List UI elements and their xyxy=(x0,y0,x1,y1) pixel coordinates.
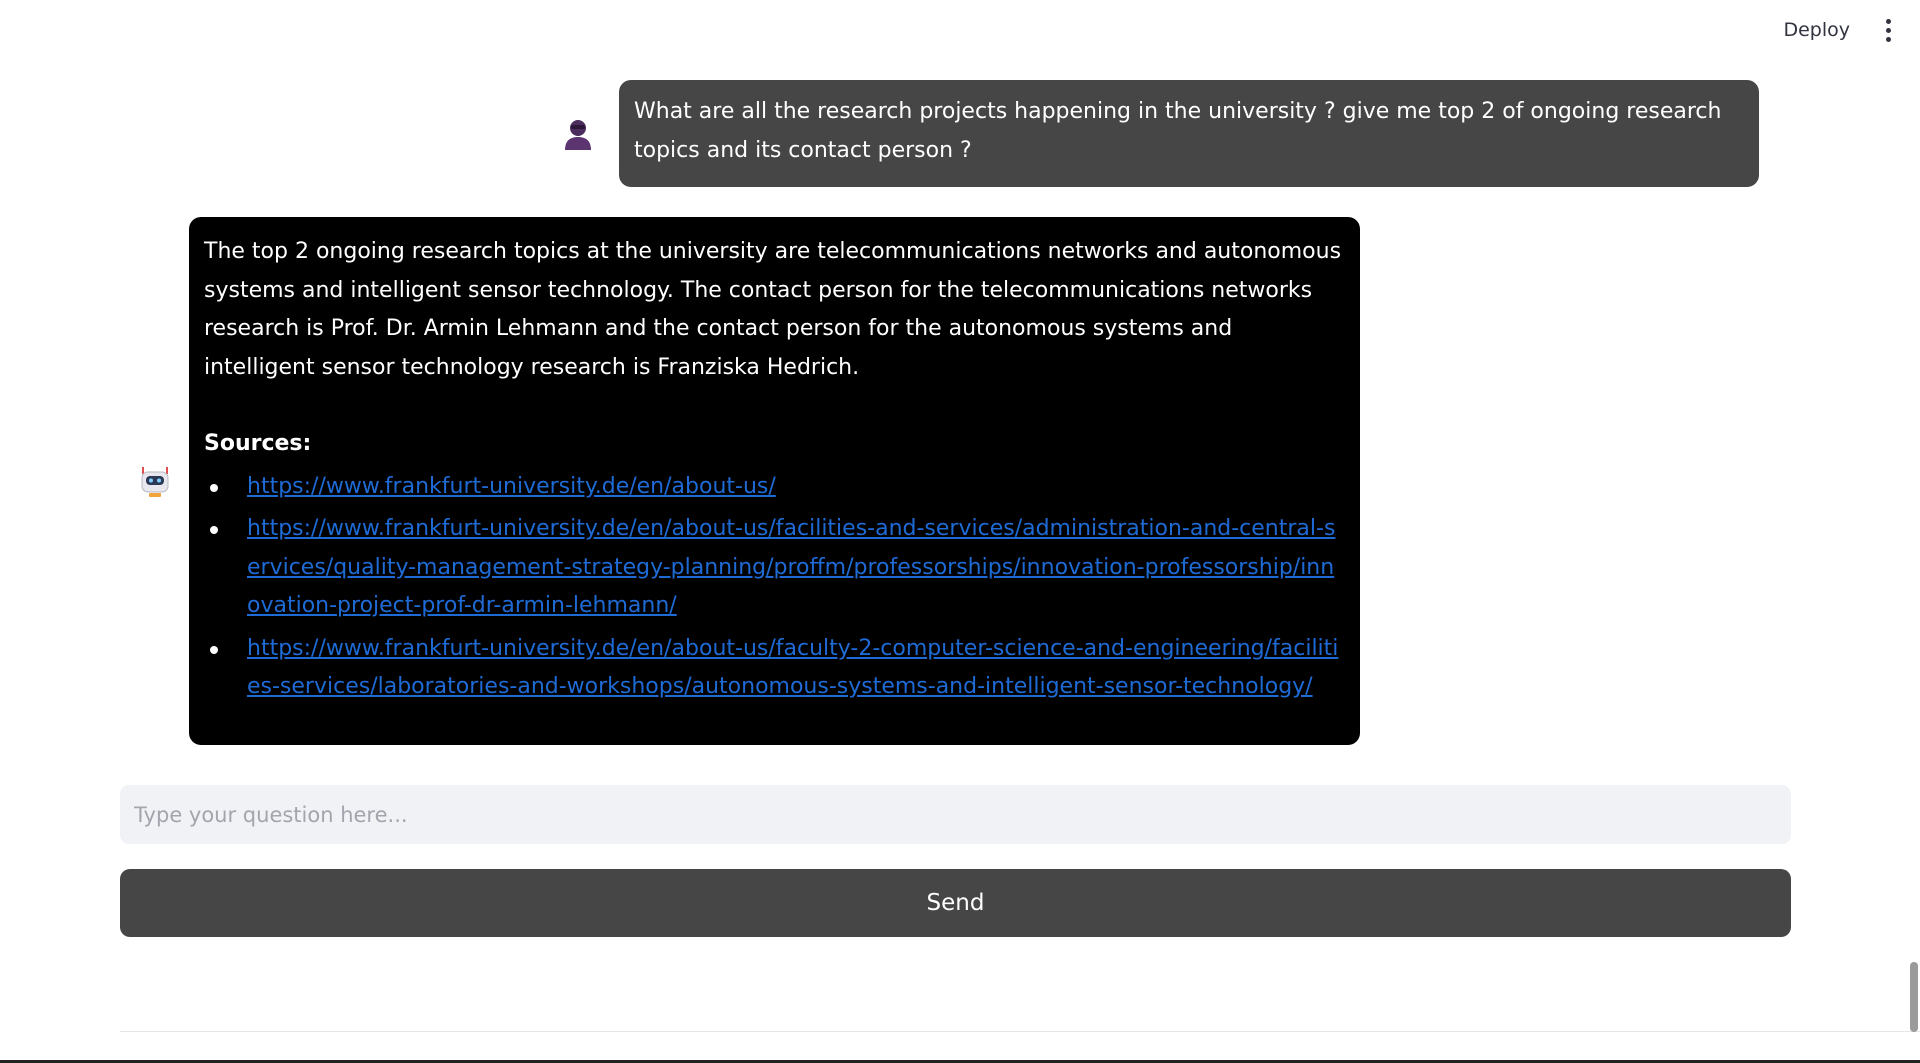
scrollbar[interactable] xyxy=(1910,962,1918,1032)
assistant-message-text: The top 2 ongoing research topics at the… xyxy=(204,239,1342,380)
user-avatar-icon xyxy=(565,119,591,150)
divider xyxy=(120,1031,1920,1032)
list-item: https://www.frankfurt-university.de/en/a… xyxy=(204,630,1345,707)
source-link[interactable]: https://www.frankfurt-university.de/en/a… xyxy=(247,474,776,499)
top-toolbar: Deploy xyxy=(1775,0,1920,60)
user-message-text: What are all the research projects happe… xyxy=(619,80,1759,187)
list-item: https://www.frankfurt-university.de/en/a… xyxy=(204,468,1345,507)
kebab-menu-icon[interactable] xyxy=(1878,15,1898,45)
source-link[interactable]: https://www.frankfurt-university.de/en/a… xyxy=(247,636,1338,700)
assistant-message-bubble: The top 2 ongoing research topics at the… xyxy=(189,217,1360,745)
question-input[interactable] xyxy=(120,785,1791,844)
deploy-button[interactable]: Deploy xyxy=(1775,13,1858,47)
sources-list: https://www.frankfurt-university.de/en/a… xyxy=(204,468,1345,707)
sources-heading: Sources: xyxy=(204,431,312,456)
user-message: What are all the research projects happe… xyxy=(560,80,1791,187)
source-link[interactable]: https://www.frankfurt-university.de/en/a… xyxy=(247,516,1335,618)
chat-page: Deploy What are all the research project… xyxy=(0,0,1920,1063)
robot-avatar-icon xyxy=(141,467,169,497)
list-item: https://www.frankfurt-university.de/en/a… xyxy=(204,510,1345,626)
send-button[interactable]: Send xyxy=(120,869,1791,937)
assistant-message: The top 2 ongoing research topics at the… xyxy=(138,217,1360,745)
